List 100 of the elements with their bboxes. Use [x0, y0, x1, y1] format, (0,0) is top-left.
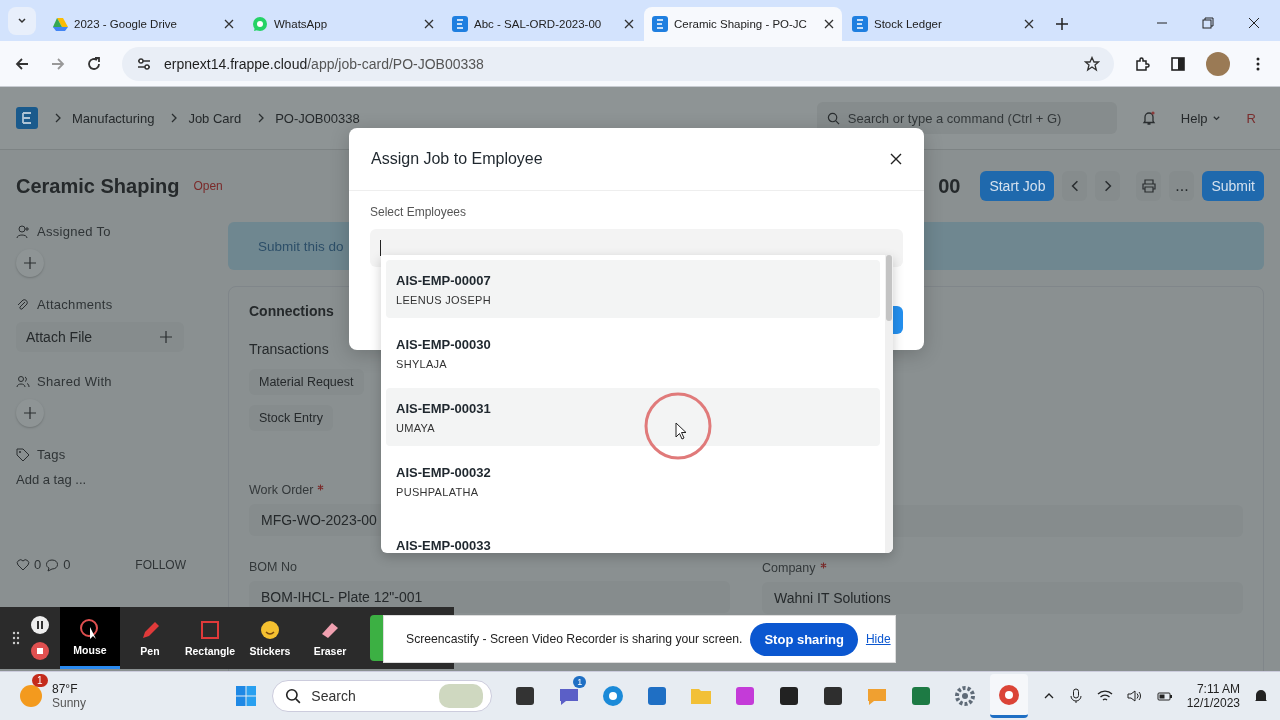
- plus-icon: [160, 331, 172, 343]
- field-label: Company: [762, 561, 816, 575]
- hide-link[interactable]: Hide: [865, 632, 891, 646]
- microphone-icon[interactable]: [1068, 688, 1083, 704]
- print-button[interactable]: [1136, 171, 1162, 201]
- site-settings-icon[interactable]: [136, 55, 152, 72]
- text-field[interactable]: Wahni IT Solutions: [762, 582, 1243, 614]
- comment-count: 0: [63, 557, 71, 572]
- status-indicator: Open: [193, 179, 223, 193]
- employee-option[interactable]: AIS-EMP-00031 UMAYA: [386, 388, 880, 446]
- chat-bubble-icon: [252, 16, 268, 32]
- stop-icon[interactable]: [30, 641, 50, 661]
- windows-start-icon[interactable]: [234, 684, 259, 708]
- reload-icon[interactable]: [86, 55, 102, 72]
- submit-button[interactable]: Submit: [1202, 171, 1264, 201]
- plus-icon: [24, 407, 36, 419]
- attach-file-button[interactable]: Attach File: [16, 322, 184, 352]
- browser-tab[interactable]: WhatsApp: [244, 7, 442, 41]
- search-field[interactable]: Search or type a command (Ctrl + G): [816, 102, 1117, 134]
- app-logo-icon[interactable]: [16, 107, 38, 129]
- chevron-right-icon: [257, 113, 266, 123]
- close-icon[interactable]: [890, 153, 902, 165]
- search-illustration: [439, 684, 484, 708]
- chevron-right-icon: [170, 113, 179, 123]
- bell-icon[interactable]: [1254, 688, 1268, 704]
- sun-icon[interactable]: [20, 685, 42, 707]
- dialog-title: Assign Job to Employee: [371, 150, 543, 168]
- help-menu[interactable]: Help: [1180, 110, 1221, 126]
- breadcrumb-link[interactable]: Manufacturing: [72, 110, 155, 126]
- field-label: Select Employees: [370, 205, 468, 219]
- new-tab-icon[interactable]: [1056, 18, 1068, 30]
- erp-logo-icon: [452, 16, 468, 32]
- temperature: 87°F: [52, 682, 79, 696]
- search-icon: [285, 688, 302, 704]
- back-arrow-icon[interactable]: [14, 55, 30, 72]
- add-tag-link[interactable]: Add a tag ...: [16, 472, 87, 487]
- pause-icon[interactable]: [30, 615, 50, 635]
- drag-handle-icon[interactable]: [12, 631, 20, 645]
- heart-icon[interactable]: [16, 557, 30, 572]
- notification-text: Screencastify - Screen Video Recorder is sharing your screen.: [406, 632, 743, 646]
- text-field[interactable]: BOM-IHCL- Plate 12"-001: [249, 581, 730, 613]
- browser-tab[interactable]: Ceramic Shaping - PO-JC: [644, 7, 842, 41]
- close-icon[interactable]: [224, 19, 234, 29]
- speaker-icon[interactable]: [1126, 689, 1143, 703]
- browser-tab[interactable]: Stock Ledger: [844, 7, 1042, 41]
- search-icon: [826, 112, 840, 125]
- close-icon[interactable]: [1248, 17, 1260, 29]
- field-label: Work Order: [249, 483, 314, 497]
- breadcrumb-link[interactable]: PO-JOB00338: [275, 110, 360, 126]
- weather-condition: Sunny: [52, 696, 87, 710]
- more-button[interactable]: ...: [1169, 171, 1195, 201]
- gear-icon[interactable]: [953, 684, 978, 708]
- side-panel-icon[interactable]: [1170, 55, 1186, 72]
- sidebar-label: Attachments: [37, 297, 113, 312]
- battery-icon[interactable]: [1156, 689, 1173, 703]
- browser-tab[interactable]: Abc - SAL-ORD-2023-00: [444, 7, 642, 41]
- employee-option[interactable]: AIS-EMP-00007 LEENUS JOSEPH: [386, 260, 880, 318]
- employee-option[interactable]: AIS-EMP-00030 SHYLAJA: [386, 324, 880, 382]
- group-heading: Transactions: [249, 341, 329, 357]
- taskbar-search[interactable]: Search: [272, 680, 493, 712]
- stop-sharing-button[interactable]: Stop sharing: [750, 622, 858, 656]
- close-icon[interactable]: [424, 19, 434, 29]
- breadcrumb-link[interactable]: Job Card: [188, 110, 242, 126]
- previous-button[interactable]: [1062, 171, 1088, 201]
- active-app-indicator[interactable]: [990, 674, 1029, 718]
- star-icon[interactable]: [1084, 55, 1100, 72]
- tag-icon: [16, 447, 30, 462]
- chevron-left-icon: [1069, 180, 1080, 192]
- notification-badge: 1: [32, 674, 48, 687]
- sidebar-label: Assigned To: [37, 224, 111, 239]
- employee-option[interactable]: AIS-EMP-00033: [386, 516, 880, 553]
- avatar[interactable]: [1206, 51, 1230, 76]
- sidebar-label: Tags: [37, 447, 66, 462]
- recorder-tool-button[interactable]: Rectangle: [180, 607, 240, 669]
- employee-option[interactable]: AIS-EMP-00032 PUSHPALATHA: [386, 452, 880, 510]
- start-job-button[interactable]: Start Job: [980, 171, 1055, 201]
- document-link[interactable]: Material Request: [249, 369, 364, 395]
- paperclip-icon: [16, 297, 30, 312]
- puzzle-icon[interactable]: [1134, 55, 1150, 72]
- address-bar[interactable]: erpnext14.frappe.cloud/app/job-card/PO-JOB00338: [122, 46, 1114, 81]
- recorder-tool-button[interactable]: Pen: [120, 607, 180, 669]
- close-icon[interactable]: [1024, 19, 1034, 29]
- clock[interactable]: 7:11 AM 12/1/2023: [1186, 682, 1240, 710]
- scrollbar-thumb[interactable]: [886, 255, 892, 321]
- browser-tab[interactable]: 2023 - Google Drive: [44, 7, 242, 41]
- erp-logo-icon: [852, 16, 868, 32]
- restore-icon[interactable]: [1202, 17, 1214, 29]
- document-link[interactable]: Stock Entry: [249, 405, 333, 431]
- forward-arrow-icon[interactable]: [50, 55, 66, 72]
- page-title: Ceramic Shaping: [16, 174, 180, 198]
- close-icon[interactable]: [624, 19, 634, 29]
- wifi-icon[interactable]: [1096, 689, 1113, 703]
- close-icon[interactable]: [824, 19, 834, 29]
- drive-icon: [52, 16, 68, 32]
- follow-link[interactable]: FOLLOW: [135, 557, 186, 572]
- mouse-pointer-icon: [675, 422, 687, 440]
- printer-icon: [1141, 179, 1156, 193]
- smiley-icon: [258, 619, 282, 641]
- recorder-tool-button[interactable]: Mouse: [60, 607, 120, 669]
- next-button[interactable]: [1095, 171, 1121, 201]
